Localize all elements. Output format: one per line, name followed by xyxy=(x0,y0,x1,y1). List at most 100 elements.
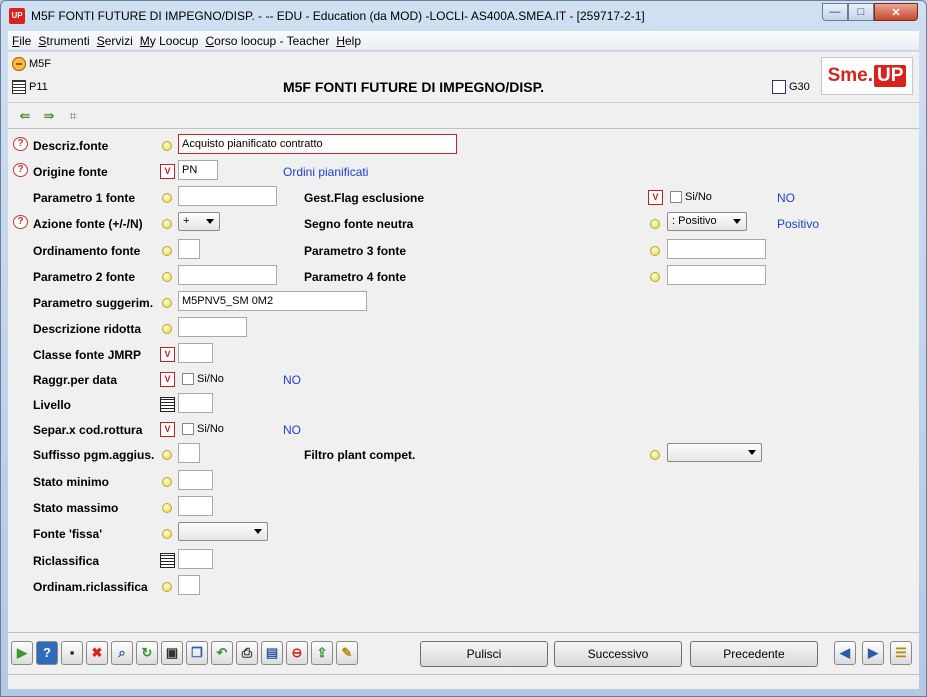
riclassifica-input[interactable] xyxy=(178,549,213,569)
param-sugg-input[interactable]: M5PNV5_SM 0M2 xyxy=(178,291,367,311)
separ-rottura-label: Separ.x cod.rottura xyxy=(33,423,143,437)
help-bulb-icon[interactable] xyxy=(162,582,172,592)
raggr-data-label: Raggr.per data xyxy=(33,373,118,387)
menu-servizi[interactable]: Servizi xyxy=(97,34,133,48)
undo-icon[interactable]: ↶ xyxy=(211,640,233,665)
print-icon[interactable]: ⎙ xyxy=(236,640,258,665)
livello-input[interactable] xyxy=(178,393,213,413)
minimize-button[interactable]: — xyxy=(822,3,848,21)
parametro2-input[interactable] xyxy=(178,265,277,285)
list-icon[interactable]: ☰ xyxy=(890,641,912,665)
origine-fonte-desc: Ordini pianificati xyxy=(283,165,369,179)
application-window: UP M5F FONTI FUTURE DI IMPEGNO/DISP. - -… xyxy=(0,0,927,697)
menu-corso-loocup[interactable]: Corso loocup - Teacher xyxy=(205,34,329,48)
descriz-fonte-input[interactable]: Acquisto pianificato contratto xyxy=(178,134,457,154)
help-bulb-icon[interactable] xyxy=(162,503,172,513)
parametro4-input[interactable] xyxy=(667,265,766,285)
save-icon[interactable]: ▣ xyxy=(161,640,183,665)
g-code[interactable]: G30 xyxy=(772,80,810,94)
title-bar: UP M5F FONTI FUTURE DI IMPEGNO/DISP. - -… xyxy=(1,1,926,31)
tree-icon[interactable]: ⌗ xyxy=(64,108,82,124)
riclassifica-label: Riclassifica xyxy=(33,554,100,568)
raggr-data-checkbox[interactable] xyxy=(182,373,194,385)
filtro-plant-select[interactable] xyxy=(667,443,762,462)
value-list-icon[interactable]: V xyxy=(160,347,175,362)
chevron-down-icon xyxy=(733,219,741,224)
value-list-icon[interactable]: V xyxy=(160,164,175,179)
value-list-icon[interactable]: V xyxy=(160,372,175,387)
segno-fonte-label: Segno fonte neutra xyxy=(304,217,414,231)
help-bulb-icon[interactable] xyxy=(162,219,172,229)
parametro2-label: Parametro 2 fonte xyxy=(33,270,136,284)
help-bulb-icon[interactable] xyxy=(162,298,172,308)
search-icon[interactable]: ⌕ xyxy=(111,640,133,665)
required-icon: ? xyxy=(13,137,28,151)
help-bulb-icon[interactable] xyxy=(162,477,172,487)
help-bulb-icon[interactable] xyxy=(162,246,172,256)
menu-file[interactable]: File xyxy=(12,34,31,48)
ordinam-ricl-input[interactable] xyxy=(178,575,200,595)
help-bulb-icon[interactable] xyxy=(650,219,660,229)
fonte-fissa-select[interactable] xyxy=(178,522,268,541)
help-bulb-icon[interactable] xyxy=(650,450,660,460)
suffisso-label: Suffisso pgm.aggius. xyxy=(33,448,155,462)
stato-minimo-input[interactable] xyxy=(178,470,213,490)
parametro1-input[interactable] xyxy=(178,186,277,206)
azione-fonte-label: Azione fonte (+/-/N) xyxy=(33,217,143,231)
delete-icon[interactable]: ✖ xyxy=(86,640,108,665)
gest-flag-checkbox[interactable] xyxy=(670,191,682,203)
help-icon[interactable]: ? xyxy=(36,640,58,665)
pulisci-button[interactable]: Pulisci xyxy=(420,641,548,667)
origine-fonte-input[interactable]: PN xyxy=(178,160,218,180)
parametro1-label: Parametro 1 fonte xyxy=(33,191,136,205)
arrow-left-icon[interactable]: ◀ xyxy=(834,641,856,665)
help-bulb-icon[interactable] xyxy=(162,272,172,282)
help-bulb-icon[interactable] xyxy=(162,529,172,539)
azione-fonte-select[interactable]: + xyxy=(178,212,220,231)
menu-bar: File Strumenti Servizi My Loocup Corso l… xyxy=(8,31,919,51)
help-bulb-icon[interactable] xyxy=(650,246,660,256)
precedente-button[interactable]: Precedente xyxy=(690,641,818,667)
stato-minimo-label: Stato minimo xyxy=(33,475,110,489)
arrow-right-icon[interactable]: ▶ xyxy=(862,641,884,665)
gest-flag-check-label: Si/No xyxy=(685,191,712,203)
suffisso-input[interactable] xyxy=(178,443,200,463)
separ-rottura-checkbox[interactable] xyxy=(182,423,194,435)
parametro3-input[interactable] xyxy=(667,239,766,259)
ordinamento-input[interactable] xyxy=(178,239,200,259)
help-bulb-icon[interactable] xyxy=(162,324,172,334)
help-bulb-icon[interactable] xyxy=(162,193,172,203)
stato-massimo-input[interactable] xyxy=(178,496,213,516)
document-icon[interactable]: ▤ xyxy=(261,640,283,665)
help-bulb-icon[interactable] xyxy=(162,450,172,460)
copy-icon[interactable]: ❐ xyxy=(186,640,208,665)
maximize-button[interactable]: □ xyxy=(848,3,874,21)
menu-my-loocup[interactable]: My Loocup xyxy=(140,34,199,48)
descr-ridotta-input[interactable] xyxy=(178,317,247,337)
successivo-button[interactable]: Successivo xyxy=(554,641,682,667)
value-list-icon[interactable]: V xyxy=(648,190,663,205)
wand-icon[interactable]: ✎ xyxy=(336,640,358,665)
grid-icon[interactable] xyxy=(160,553,175,568)
refresh-icon[interactable]: ↻ xyxy=(136,640,158,665)
classe-jmrp-input[interactable] xyxy=(178,343,213,363)
back-icon[interactable]: ⇚ xyxy=(16,108,34,124)
export-icon[interactable]: ⇪ xyxy=(311,640,333,665)
help-bulb-icon[interactable] xyxy=(162,141,172,151)
value-list-icon[interactable]: V xyxy=(160,422,175,437)
stop-icon[interactable]: ⊖ xyxy=(286,640,308,665)
terminal-icon[interactable]: ▪ xyxy=(61,640,83,665)
fonte-fissa-label: Fonte 'fissa' xyxy=(33,527,103,541)
segno-fonte-select[interactable]: : Positivo xyxy=(667,212,747,231)
forward-icon[interactable]: ⇛ xyxy=(40,108,58,124)
help-bulb-icon[interactable] xyxy=(650,272,660,282)
grid-icon[interactable] xyxy=(160,397,175,412)
play-icon[interactable]: ▶ xyxy=(11,640,33,665)
segno-fonte-value: : Positivo xyxy=(672,215,717,227)
menu-help[interactable]: Help xyxy=(336,34,361,48)
parametro3-label: Parametro 3 fonte xyxy=(304,244,407,258)
filtro-plant-label: Filtro plant compet. xyxy=(304,448,416,462)
g-code-label: G30 xyxy=(789,81,810,93)
menu-strumenti[interactable]: Strumenti xyxy=(38,34,89,48)
close-button[interactable]: ✕ xyxy=(874,3,918,21)
